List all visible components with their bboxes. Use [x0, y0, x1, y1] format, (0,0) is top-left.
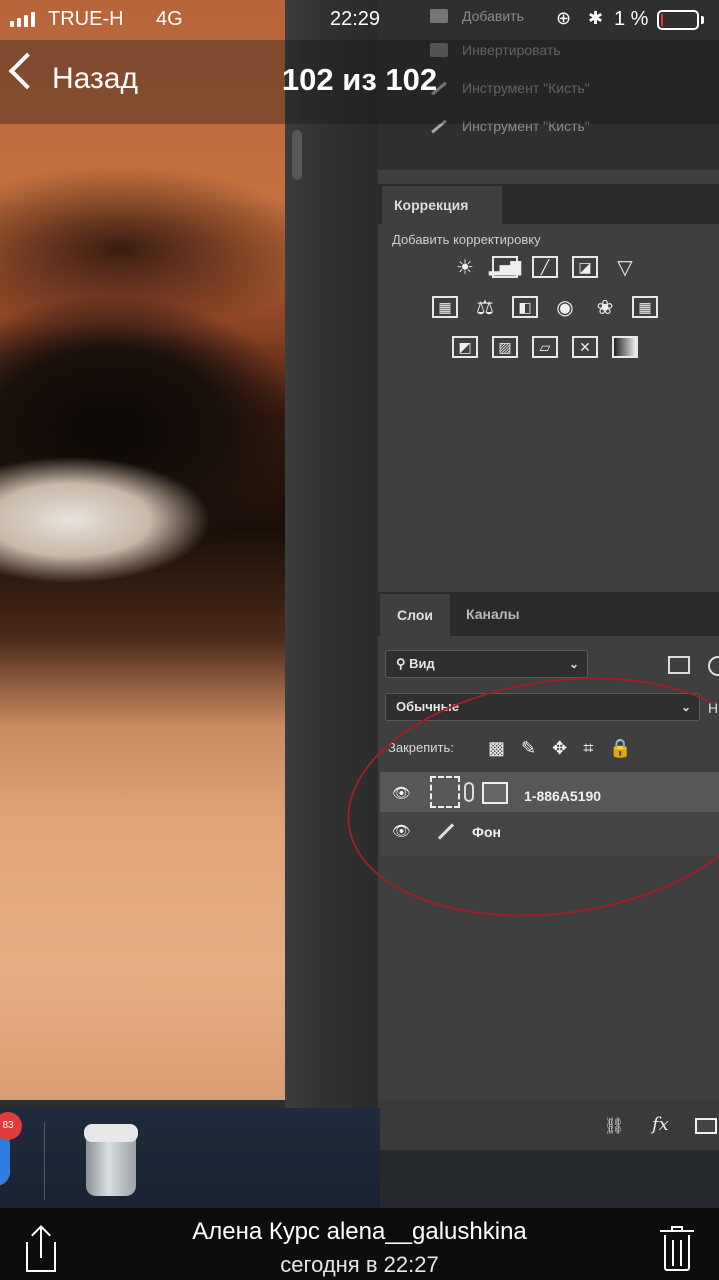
tab-layers[interactable]: Слои — [380, 594, 450, 636]
photo-caption: Алена Курс alena__galushkina — [192, 1218, 527, 1245]
trash-can-body — [86, 1134, 136, 1196]
canvas-scrollbar[interactable] — [292, 130, 302, 180]
rotation-lock-icon: ⊕ — [556, 8, 572, 28]
mac-dock — [0, 1108, 380, 1208]
threshold-icon[interactable]: ▱ — [532, 336, 558, 358]
delete-icon[interactable] — [660, 1226, 694, 1272]
color-lookup-icon[interactable]: ▦ — [632, 296, 658, 318]
dock-separator — [44, 1122, 45, 1200]
tab-correction[interactable]: Коррекция — [382, 186, 502, 224]
gradient-map-icon[interactable] — [612, 336, 638, 358]
page-title: 102 из 102 — [281, 62, 438, 97]
selective-color-icon[interactable]: ✕ — [572, 336, 598, 358]
tab-channels[interactable]: Каналы — [466, 606, 520, 622]
battery-tip — [701, 16, 704, 24]
photo-filter-icon[interactable]: ◉ — [552, 296, 578, 319]
curves-icon[interactable]: ╱ — [532, 256, 558, 278]
image-filter-icon[interactable] — [668, 656, 690, 674]
eye-photo-canvas — [0, 0, 290, 1100]
add-mask-icon[interactable] — [695, 1118, 717, 1134]
dock-trash-icon[interactable] — [78, 1120, 144, 1200]
battery-percent: 1 % — [614, 8, 649, 30]
balance-icon[interactable]: ⚖ — [472, 296, 498, 319]
search-icon: ⚲ — [396, 656, 406, 671]
adjustment-icon-grid: ☀ ▂▅▇ ╱ ◪ ▽ ▦ ⚖ ◧ ◉ ❀ ▦ ◩ ▨ ▱ ✕ — [380, 256, 710, 376]
levels-icon[interactable]: ▂▅▇ — [489, 256, 521, 278]
clock: 22:29 — [330, 8, 381, 30]
signal-strength-icon — [10, 12, 35, 27]
channel-mixer-icon[interactable]: ❀ — [592, 296, 618, 319]
adjustment-row: ☀ ▂▅▇ ╱ ◪ ▽ — [380, 256, 710, 279]
adjustment-row: ▦ ⚖ ◧ ◉ ❀ ▦ — [380, 296, 710, 319]
monitor-bottom-bezel — [380, 1150, 719, 1208]
network-label: 4G — [156, 8, 183, 30]
posterize-icon[interactable]: ▨ — [492, 336, 518, 358]
layer-filter-value: Вид — [409, 656, 435, 671]
chevron-down-icon: ⌄ — [568, 657, 579, 671]
black-white-icon[interactable]: ◧ — [512, 296, 538, 318]
fx-icon[interactable]: fx — [652, 1114, 669, 1135]
gradient-triangle-icon[interactable]: ▽ — [612, 256, 638, 279]
correction-subtitle: Добавить корректировку — [392, 232, 541, 247]
carrier-label: TRUE-H — [48, 8, 124, 30]
adjustment-row: ◩ ▨ ▱ ✕ — [380, 336, 710, 358]
brightness-icon[interactable]: ☀ — [452, 256, 478, 279]
status-bar: TRUE-H 4G 22:29 ⊕ ✱ 1 % — [0, 0, 719, 40]
photo-date: сегодня в 22:27 — [280, 1252, 439, 1277]
vibrance-icon[interactable]: ▦ — [432, 296, 458, 318]
bluetooth-icon: ✱ — [588, 8, 604, 28]
exposure-icon[interactable]: ◪ — [572, 256, 598, 278]
link-layers-icon[interactable]: ⛓ — [604, 1116, 624, 1136]
layer-filter-dropdown[interactable]: ⚲ Вид ⌄ — [385, 650, 588, 678]
battery-icon — [657, 10, 699, 30]
invert-icon[interactable]: ◩ — [452, 336, 478, 358]
battery-level — [661, 14, 663, 26]
trash-paper — [84, 1124, 138, 1142]
